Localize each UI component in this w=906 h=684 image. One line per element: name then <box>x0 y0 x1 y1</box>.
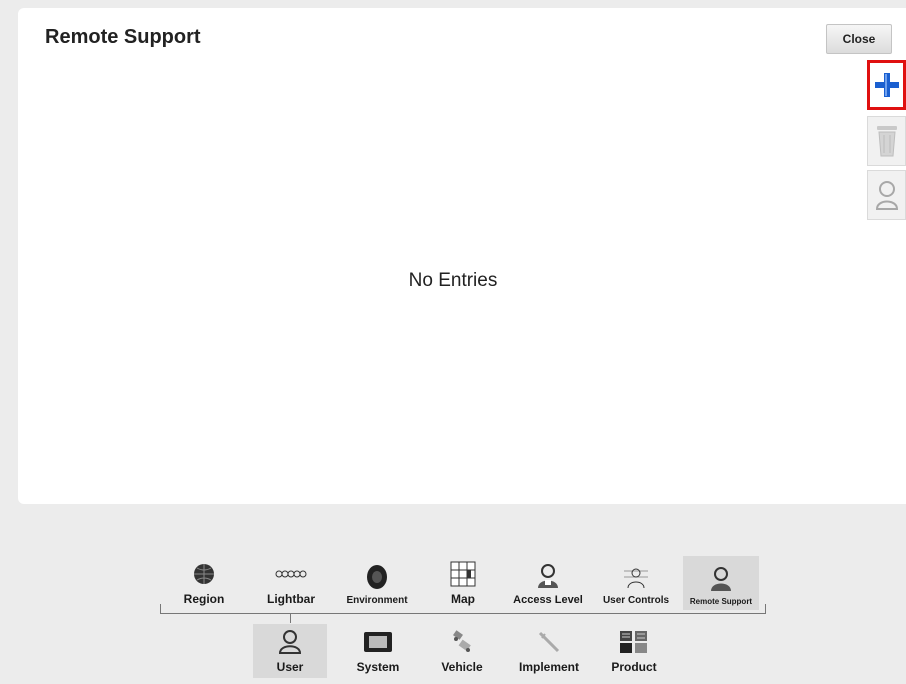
tab-label: Product <box>611 660 657 674</box>
product-icon <box>619 627 649 657</box>
user-lock-icon <box>536 561 560 591</box>
plus-icon <box>874 73 899 97</box>
close-button[interactable]: Close <box>826 24 892 54</box>
tab-group-bracket <box>160 604 766 614</box>
page-title: Remote Support <box>45 26 201 48</box>
tab-implement[interactable]: Implement <box>510 624 588 678</box>
globe-icon <box>193 559 215 589</box>
trash-icon <box>876 126 897 157</box>
tab-access-level[interactable]: Access Level <box>508 556 588 610</box>
user-icon <box>279 627 301 657</box>
map-grid-icon <box>450 559 476 589</box>
tab-label: System <box>356 660 400 674</box>
lightbar-icon <box>275 559 307 589</box>
tab-user-controls[interactable]: User Controls <box>594 556 678 610</box>
speaker-icon <box>365 562 389 592</box>
tab-map[interactable]: Map <box>440 556 486 610</box>
main-panel <box>18 8 906 504</box>
add-button[interactable] <box>867 60 906 110</box>
tab-environment[interactable]: Environment <box>338 556 416 610</box>
implement-icon <box>537 627 561 657</box>
tab-region[interactable]: Region <box>174 556 234 610</box>
tab-group-connector <box>290 613 291 623</box>
empty-state-text: No Entries <box>408 270 498 291</box>
tab-lightbar[interactable]: Lightbar <box>258 556 324 610</box>
tab-remote-support[interactable]: Remote Support <box>683 556 759 610</box>
tab-label: Implement <box>518 660 579 674</box>
vehicle-icon <box>450 627 474 657</box>
tab-system[interactable]: System <box>350 624 406 678</box>
user-action-button[interactable] <box>867 170 906 220</box>
system-icon <box>363 627 393 657</box>
remote-support-icon <box>710 564 732 594</box>
person-icon <box>875 181 898 210</box>
delete-button[interactable] <box>867 116 906 166</box>
user-controls-icon <box>622 562 650 592</box>
tab-product[interactable]: Product <box>606 624 662 678</box>
tab-label: Vehicle <box>441 660 483 674</box>
tab-vehicle[interactable]: Vehicle <box>434 624 490 678</box>
tab-label: User <box>276 660 304 674</box>
tab-user[interactable]: User <box>253 624 327 678</box>
